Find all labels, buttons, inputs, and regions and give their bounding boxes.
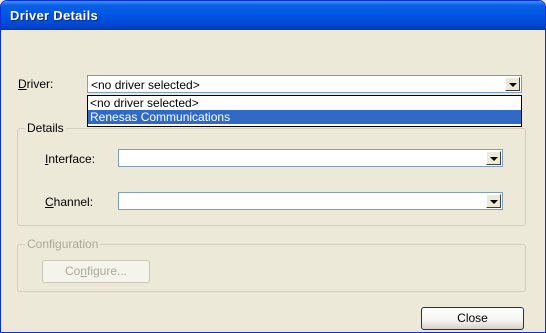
driver-dropdown-arrow-icon[interactable] <box>505 77 520 91</box>
driver-dropdown-list[interactable]: <no driver selected> Renesas Communicati… <box>87 95 522 127</box>
driver-select[interactable]: <no driver selected> <box>87 75 522 93</box>
driver-option-none[interactable]: <no driver selected> <box>88 96 521 110</box>
details-group <box>17 128 526 226</box>
title-bar[interactable]: Driver Details <box>1 1 545 30</box>
channel-select[interactable] <box>118 192 503 210</box>
driver-label: Driver: <box>18 77 54 91</box>
close-button[interactable]: Close <box>421 307 524 330</box>
interface-label: Interface: <box>45 152 96 166</box>
channel-dropdown-arrow-icon[interactable] <box>486 194 501 208</box>
driver-option-renesas[interactable]: Renesas Communications <box>88 110 521 124</box>
configure-button[interactable]: Configure... <box>42 260 150 283</box>
details-legend: Details <box>25 121 66 135</box>
driver-selected-value: <no driver selected> <box>91 78 200 92</box>
channel-label: Channel: <box>45 195 94 209</box>
window-title: Driver Details <box>10 8 99 23</box>
configuration-legend: Configuration <box>25 237 101 251</box>
driver-details-window: Driver Details Driver: <no driver select… <box>0 0 546 333</box>
interface-dropdown-arrow-icon[interactable] <box>486 151 501 165</box>
interface-select[interactable] <box>118 149 503 167</box>
